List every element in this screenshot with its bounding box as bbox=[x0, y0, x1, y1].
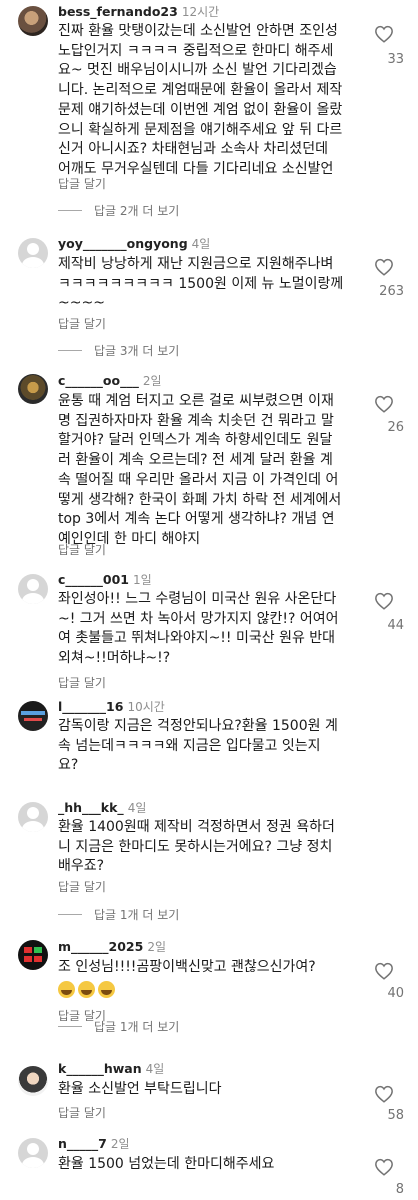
view-more-replies[interactable]: 답글 3개 더 보기 bbox=[58, 342, 179, 359]
avatar[interactable] bbox=[18, 802, 48, 832]
reply-button[interactable]: 답글 달기 bbox=[58, 175, 106, 192]
comment-text: 환율 1500 넘었는데 한마디해주세요 bbox=[58, 1156, 275, 1172]
divider-line bbox=[58, 210, 82, 211]
avatar[interactable] bbox=[18, 1138, 48, 1168]
comment-time: 12시간 bbox=[181, 5, 220, 19]
heart-icon[interactable] bbox=[374, 1158, 394, 1176]
view-more-replies[interactable]: 답글 1개 더 보기 bbox=[58, 1018, 179, 1035]
like-count: 26 bbox=[387, 420, 404, 435]
reply-button[interactable]: 답글 달기 bbox=[58, 674, 106, 691]
comment-time: 2일 bbox=[110, 1137, 130, 1151]
heart-icon[interactable] bbox=[374, 1085, 394, 1103]
comment-text: 감독이랑 지금은 걱정안되나요?환율 1500원 계 속 넘는데ㅋㅋㅋㅋ왜 지금… bbox=[58, 718, 338, 774]
like-count: 40 bbox=[387, 986, 404, 1001]
comment-time: 4일 bbox=[191, 237, 211, 251]
comment: k______hwan 4일 환율 소신발언 부탁드립니다 답글 달기 58 bbox=[0, 1058, 418, 1128]
heart-icon[interactable] bbox=[374, 395, 394, 413]
comment-text: 제작비 낭낭하게 재난 지원금으로 지원해주나벼 ㅋㅋㅋㅋㅋㅋㅋㅋㅋ 1500원… bbox=[58, 256, 344, 312]
comment-time: 2일 bbox=[147, 940, 167, 954]
avatar[interactable] bbox=[18, 374, 48, 404]
divider-line bbox=[58, 350, 82, 351]
heart-icon[interactable] bbox=[374, 592, 394, 610]
comment-username[interactable]: m______2025 2일 bbox=[58, 938, 166, 955]
avatar[interactable] bbox=[18, 701, 48, 731]
reply-button[interactable]: 답글 달기 bbox=[58, 878, 106, 895]
comment: l_______16 10시간 감독이랑 지금은 걱정안되나요?환율 1500원 … bbox=[0, 697, 418, 787]
comment-text: 환율 1400원때 제작비 걱정하면서 정권 욕하더 니 지금은 한마디도 못하… bbox=[58, 819, 335, 875]
heart-icon[interactable] bbox=[374, 258, 394, 276]
comment-username[interactable]: n_____7 2일 bbox=[58, 1135, 130, 1152]
comment-text: 진짜 환율 맛탱이갔는데 소신발언 안하면 조인성 노답인거지 ㅋㅋㅋㅋ 중립적… bbox=[58, 23, 343, 177]
comment-username[interactable]: l_______16 10시간 bbox=[58, 698, 165, 715]
comment-username[interactable]: bess_fernando23 12시간 bbox=[58, 3, 219, 20]
reply-button[interactable]: 답글 달기 bbox=[58, 1104, 106, 1121]
view-more-replies[interactable]: 답글 1개 더 보기 bbox=[58, 906, 179, 923]
like-count: 58 bbox=[387, 1108, 404, 1123]
like-count: 44 bbox=[387, 618, 404, 633]
like-count: 8 bbox=[395, 1182, 404, 1197]
comment-username[interactable]: yoy_______ongyong 4일 bbox=[58, 235, 210, 252]
reply-button[interactable]: 답글 달기 bbox=[58, 315, 106, 332]
avatar[interactable] bbox=[18, 6, 48, 36]
grinning-emoji-icon bbox=[78, 981, 95, 998]
divider-line bbox=[58, 1026, 82, 1027]
avatar[interactable] bbox=[18, 574, 48, 604]
comment-time: 10시간 bbox=[127, 700, 165, 714]
comment-text: 좌인성아!! 느그 수령님이 미국산 원유 사온단다 ~! 그거 쓰면 차 녹아… bbox=[58, 591, 339, 667]
heart-icon[interactable] bbox=[374, 962, 394, 980]
comment-text: 윤통 때 계엄 터지고 오른 걸로 씨부렸으면 이재 명 집권하자마자 환율 계… bbox=[58, 393, 342, 547]
grinning-emoji-icon bbox=[58, 981, 75, 998]
comment: bess_fernando23 12시간 진짜 환율 맛탱이갔는데 소신발언 안하… bbox=[0, 0, 418, 192]
comment-text: 조 인성님!!!!곰팡이백신맞고 괜찮으신가여? bbox=[58, 959, 316, 975]
comment-time: 4일 bbox=[145, 1062, 165, 1076]
comment-username[interactable]: k______hwan 4일 bbox=[58, 1060, 164, 1077]
avatar[interactable] bbox=[18, 1066, 48, 1096]
comment: yoy_______ongyong 4일 제작비 낭낭하게 재난 지원금으로 지원… bbox=[0, 232, 418, 332]
comment: m______2025 2일 조 인성님!!!!곰팡이백신맞고 괜찮으신가여? 답… bbox=[0, 936, 418, 1026]
like-count: 263 bbox=[379, 284, 404, 299]
emoji-row bbox=[58, 980, 118, 999]
comment-username[interactable]: c______oo___ 2일 bbox=[58, 372, 162, 389]
comment: n_____7 2일 환율 1500 넘었는데 한마디해주세요 8 bbox=[0, 1134, 418, 1200]
grinning-emoji-icon bbox=[98, 981, 115, 998]
comment: _hh___kk_ 4일 환율 1400원때 제작비 걱정하면서 정권 욕하더 니… bbox=[0, 798, 418, 898]
heart-icon[interactable] bbox=[374, 25, 394, 43]
view-more-replies[interactable]: 답글 2개 더 보기 bbox=[58, 202, 179, 219]
comment-time: 1일 bbox=[133, 573, 152, 587]
comment-username[interactable]: _hh___kk_ 4일 bbox=[58, 799, 146, 816]
comment-text: 환율 소신발언 부탁드립니다 bbox=[58, 1081, 222, 1097]
comment-time: 4일 bbox=[127, 801, 147, 815]
avatar[interactable] bbox=[18, 238, 48, 268]
reply-button[interactable]: 답글 달기 bbox=[58, 541, 106, 558]
comment: c______oo___ 2일 윤통 때 계엄 터지고 오른 걸로 씨부렸으면 이… bbox=[0, 370, 418, 560]
comment: c______001 1일 좌인성아!! 느그 수령님이 미국산 원유 사온단다 … bbox=[0, 570, 418, 690]
comment-username[interactable]: c______001 1일 bbox=[58, 571, 152, 588]
comment-time: 2일 bbox=[142, 374, 162, 388]
divider-line bbox=[58, 914, 82, 915]
like-count: 33 bbox=[387, 52, 404, 67]
avatar[interactable] bbox=[18, 940, 48, 970]
